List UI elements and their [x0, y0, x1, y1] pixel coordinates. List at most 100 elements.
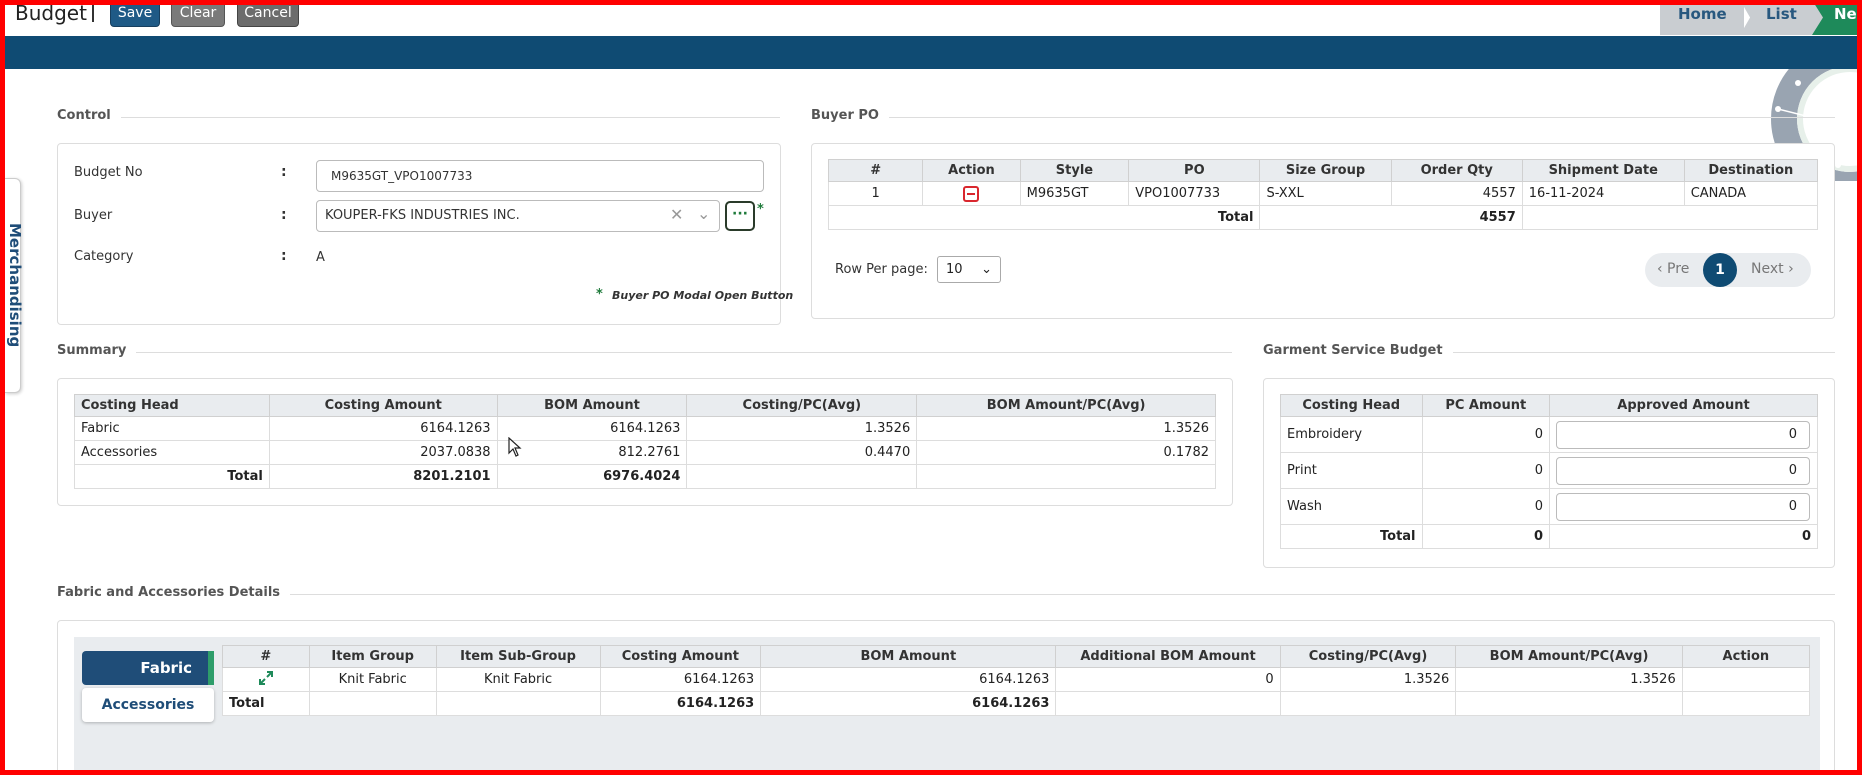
- side-tab-label: Merchandising: [6, 223, 24, 348]
- total-row: Total 0 0: [1280, 524, 1818, 549]
- total-pc: 0: [1421, 524, 1551, 549]
- approved-amount-input[interactable]: 0: [1556, 456, 1810, 485]
- approved-amount-input[interactable]: 0: [1556, 420, 1810, 449]
- empty-cell: [916, 464, 1216, 489]
- page-title: Budget: [15, 1, 87, 25]
- table-row: Print 0 0: [1280, 452, 1818, 489]
- bom-amount-cell: 812.2761: [496, 440, 688, 465]
- col-header: Size Group: [1259, 159, 1392, 182]
- po-cell: VPO1007733: [1128, 181, 1261, 206]
- tab-accessories[interactable]: Accessories: [82, 688, 214, 722]
- approved-amount-cell: 0: [1549, 452, 1818, 489]
- col-header: BOM Amount: [496, 394, 688, 417]
- bom-pc-cell: 1.3526: [916, 416, 1216, 441]
- col-header: #: [222, 645, 310, 668]
- order-qty-cell: 4557: [1390, 181, 1523, 206]
- col-header: Shipment Date: [1521, 159, 1685, 182]
- col-header: Action: [1681, 645, 1811, 668]
- action-cell: [922, 181, 1021, 206]
- col-header: Destination: [1683, 159, 1819, 182]
- col-header: Costing/PC(Avg): [1279, 645, 1457, 668]
- page-1-button[interactable]: 1: [1703, 253, 1737, 287]
- chevron-down-icon[interactable]: ⌄: [697, 204, 710, 223]
- remove-icon[interactable]: [963, 185, 980, 202]
- header-banner: [5, 36, 1857, 69]
- action-cell: [1681, 667, 1811, 692]
- mouse-cursor-icon: [508, 437, 522, 457]
- total-bom: 6976.4024: [496, 464, 688, 489]
- approved-amount-cell: 0: [1549, 416, 1818, 453]
- category-value: A: [316, 250, 325, 265]
- expand-cell: [222, 667, 310, 692]
- garment-service-table: Costing Head PC Amount Approved Amount E…: [1280, 394, 1818, 549]
- total-label: Total: [222, 691, 310, 716]
- expand-icon[interactable]: [258, 670, 274, 686]
- breadcrumb-list[interactable]: List: [1740, 0, 1824, 35]
- table-header: Costing Head Costing Amount BOM Amount C…: [74, 394, 1216, 417]
- additional-bom-cell: 0: [1055, 667, 1281, 692]
- buyer-select[interactable]: KOUPER-FKS INDUSTRIES INC.: [316, 200, 720, 232]
- title-divider: [92, 2, 94, 22]
- costing-head-cell: Accessories: [74, 440, 270, 465]
- total-row: Total 8201.2101 6976.4024: [74, 464, 1216, 489]
- table-row: Knit Fabric Knit Fabric 6164.1263 6164.1…: [222, 667, 1811, 692]
- pc-amount-cell: 0: [1421, 416, 1551, 453]
- budget-no-field[interactable]: M9635GT_VPO1007733: [316, 160, 764, 192]
- colon: :: [281, 248, 287, 264]
- colon: :: [281, 207, 287, 223]
- rows-per-page-select[interactable]: 10 ⌄: [937, 256, 1001, 283]
- buyer-po-divider: [880, 117, 1835, 118]
- total-qty: 4557: [1259, 205, 1523, 230]
- empty-cell: [1455, 691, 1683, 716]
- tab-fabric[interactable]: Fabric: [82, 651, 214, 685]
- buyer-po-title: Buyer PO: [811, 108, 889, 123]
- col-header: #: [827, 159, 924, 182]
- pc-amount-cell: 0: [1421, 452, 1551, 489]
- total-bom: 6164.1263: [760, 691, 1057, 716]
- buyer-po-modal-button[interactable]: ···: [725, 201, 755, 231]
- approved-amount-input[interactable]: 0: [1556, 492, 1810, 521]
- cancel-button[interactable]: Cancel: [237, 0, 299, 27]
- costing-head-cell: Print: [1280, 452, 1423, 489]
- rows-per-page-label: Row Per page:: [835, 262, 928, 277]
- col-header: Costing/PC(Avg): [686, 394, 918, 417]
- clear-icon[interactable]: ✕: [670, 205, 683, 224]
- col-header: BOM Amount: [760, 645, 1057, 668]
- control-title: Control: [57, 108, 121, 123]
- prev-page-button[interactable]: ‹ Pre: [1657, 261, 1689, 277]
- item-group-cell: Knit Fabric: [308, 667, 437, 692]
- col-header: Costing Head: [74, 394, 270, 417]
- merchandising-side-tab[interactable]: Merchandising: [5, 178, 24, 393]
- details-table: # Item Group Item Sub-Group Costing Amou…: [222, 645, 1811, 716]
- costing-head-cell: Wash: [1280, 488, 1423, 525]
- breadcrumb-home[interactable]: Home: [1660, 0, 1744, 35]
- garment-service-title: Garment Service Budget: [1263, 343, 1453, 358]
- costing-amount-cell: 6164.1263: [599, 667, 762, 692]
- bom-amount-cell: 6164.1263: [760, 667, 1057, 692]
- col-header: Costing Amount: [268, 394, 498, 417]
- chevron-down-icon: ⌄: [981, 262, 992, 277]
- destination-cell: CANADA: [1683, 181, 1819, 206]
- rows-per-page-value: 10: [946, 262, 963, 277]
- costing-head-cell: Embroidery: [1280, 416, 1423, 453]
- next-page-button[interactable]: Next ›: [1751, 261, 1794, 277]
- total-label: Total: [827, 205, 1261, 230]
- table-row: Fabric 6164.1263 6164.1263 1.3526 1.3526: [74, 416, 1216, 441]
- costing-amount-cell: 2037.0838: [268, 440, 498, 465]
- table-header: # Action Style PO Size Group Order Qty S…: [827, 159, 1819, 182]
- save-button[interactable]: Save: [110, 0, 160, 27]
- table-row: 1 M9635GT VPO1007733 S-XXL 4557 16-11-20…: [827, 181, 1819, 206]
- col-header: Costing Head: [1280, 394, 1423, 417]
- empty-cell: [1681, 691, 1811, 716]
- col-header: Costing Amount: [599, 645, 762, 668]
- table-row: Wash 0 0: [1280, 488, 1818, 525]
- empty-cell: [435, 691, 601, 716]
- buyer-po-modal-note: Buyer PO Modal Open Button: [612, 289, 794, 302]
- costing-pc-cell: 1.3526: [1279, 667, 1457, 692]
- top-bar: Budget Save Clear Cancel: [5, 0, 1857, 36]
- size-group-cell: S-XXL: [1259, 181, 1392, 206]
- row-number: 1: [827, 181, 924, 206]
- table-header: Costing Head PC Amount Approved Amount: [1280, 394, 1818, 417]
- clear-button[interactable]: Clear: [171, 0, 225, 27]
- pagination: ‹ Pre 1 Next ›: [1645, 253, 1811, 287]
